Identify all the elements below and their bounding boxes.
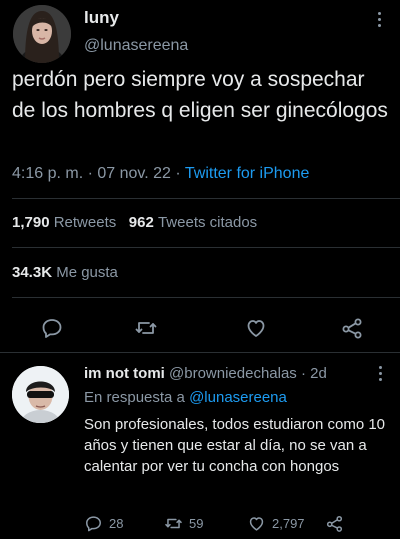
quotes-label: Tweets citados bbox=[157, 214, 258, 231]
reply-retweet-button[interactable]: 59 bbox=[164, 512, 203, 534]
reply-time-separator: · bbox=[300, 365, 306, 382]
reply-time[interactable]: 2d bbox=[310, 365, 327, 382]
reply-icon bbox=[86, 515, 101, 531]
reply-header: im not tomi @browniedechalas · 2d bbox=[84, 365, 327, 382]
reply-text: Son profesionales, todos estudiaron como… bbox=[84, 416, 386, 475]
author-avatar-image bbox=[13, 5, 71, 63]
tweet-date[interactable]: 07 nov. 22 bbox=[97, 165, 171, 182]
tweet-meta: 4:16 p. m. · 07 nov. 22 · Twitter for iP… bbox=[12, 165, 309, 183]
tweet-time: 4:16 p. m. bbox=[12, 165, 84, 182]
like-icon bbox=[249, 516, 264, 531]
reply-icon[interactable] bbox=[40, 316, 64, 340]
reply-avatar-image bbox=[12, 366, 69, 423]
share-icon[interactable] bbox=[340, 316, 364, 340]
reply-like-button[interactable]: 2,797 bbox=[247, 512, 305, 534]
reply-share-button[interactable] bbox=[325, 512, 350, 534]
retweet-icon[interactable] bbox=[134, 316, 158, 340]
more-icon[interactable] bbox=[374, 364, 386, 384]
meta-separator: · bbox=[175, 165, 181, 182]
likes-label: Me gusta bbox=[56, 264, 118, 281]
divider bbox=[12, 247, 400, 248]
retweet-icon bbox=[165, 518, 182, 528]
author-avatar[interactable] bbox=[13, 5, 71, 63]
more-icon[interactable] bbox=[372, 10, 386, 32]
divider bbox=[12, 297, 400, 298]
retweets-link[interactable]: 1,790 Retweets bbox=[12, 214, 116, 231]
meta-separator: · bbox=[87, 165, 93, 182]
quotes-count: 962 bbox=[128, 214, 154, 231]
tweet-text: perdón pero siempre voy a sospechar de l… bbox=[12, 68, 388, 122]
quotes-link[interactable]: 962 Tweets citados bbox=[129, 214, 257, 231]
retweets-label: Retweets bbox=[53, 214, 117, 231]
divider bbox=[12, 198, 400, 199]
reply-author-name[interactable]: im not tomi bbox=[84, 365, 165, 382]
reply-author-avatar[interactable] bbox=[12, 366, 69, 423]
reply-to-mention[interactable]: @lunasereena bbox=[189, 389, 287, 406]
author-display-name[interactable]: luny bbox=[84, 8, 119, 28]
retweet-stats: 1,790 Retweets 962 Tweets citados bbox=[12, 214, 257, 231]
reply-replies-count: 28 bbox=[109, 515, 124, 531]
tweet-source-link[interactable]: Twitter for iPhone bbox=[185, 165, 310, 182]
reply-likes-count: 2,797 bbox=[272, 515, 305, 531]
like-icon[interactable] bbox=[244, 316, 268, 340]
tweet-detail-screen: luny @lunasereena perdón pero siempre vo… bbox=[0, 0, 400, 539]
reply-to-label: En respuesta a bbox=[84, 389, 185, 406]
likes-link[interactable]: 34.3K Me gusta bbox=[12, 264, 118, 281]
divider bbox=[0, 352, 400, 353]
reply-author-handle[interactable]: @browniedechalas bbox=[169, 365, 297, 382]
likes-count: 34.3K bbox=[12, 264, 53, 281]
share-icon bbox=[326, 515, 343, 532]
reply-retweets-count: 59 bbox=[189, 515, 204, 531]
retweets-count: 1,790 bbox=[12, 214, 50, 231]
author-handle[interactable]: @lunasereena bbox=[84, 37, 188, 55]
reply-context: En respuesta a @lunasereena bbox=[84, 389, 287, 406]
reply-reply-button[interactable]: 28 bbox=[84, 512, 123, 534]
